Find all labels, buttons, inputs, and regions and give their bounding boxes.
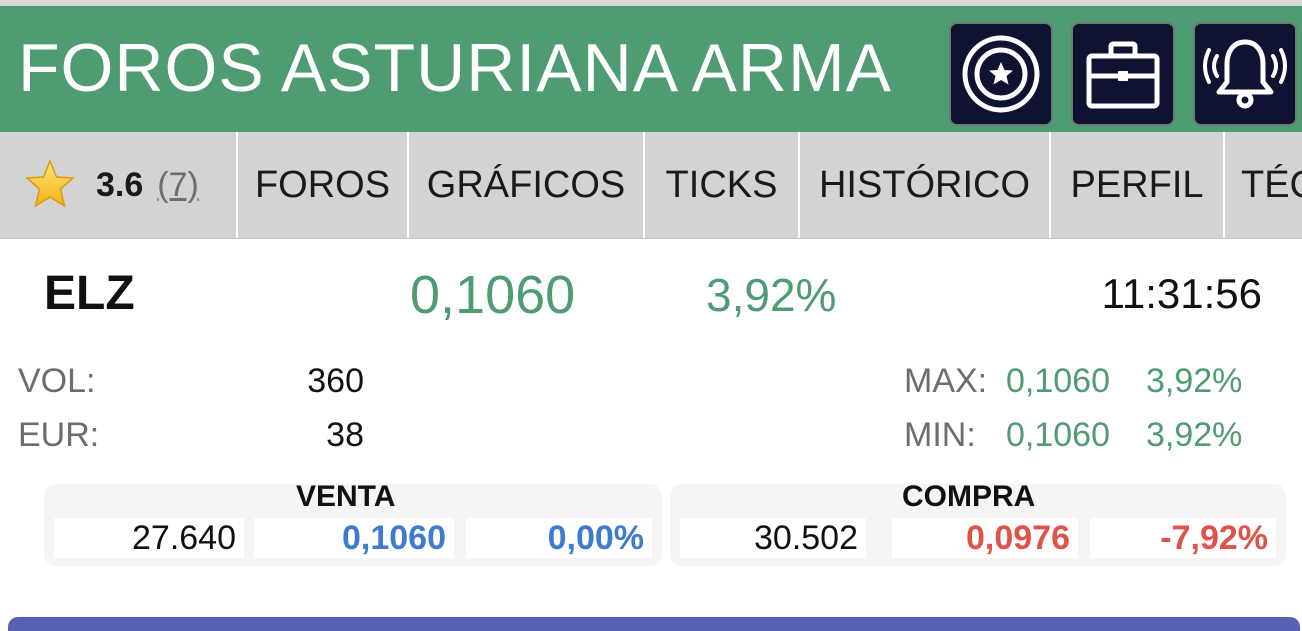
min-label: MIN: bbox=[904, 416, 976, 454]
tab-ticks[interactable]: TICKS bbox=[645, 132, 800, 238]
venta-panel: VENTA 27.640 0,1060 0,00% bbox=[44, 480, 662, 566]
star-badge-icon bbox=[962, 35, 1040, 113]
compra-title: COMPRA bbox=[902, 480, 1036, 513]
rating-value: 3.6 bbox=[96, 165, 144, 204]
volume-label: VOL: bbox=[18, 362, 96, 400]
venta-title: VENTA bbox=[296, 480, 396, 513]
max-percent: 3,92% bbox=[1146, 362, 1243, 400]
tab-historico[interactable]: HISTÓRICO bbox=[800, 132, 1051, 238]
star-icon bbox=[25, 159, 75, 208]
ticker-symbol: ELZ bbox=[44, 267, 135, 320]
volume-value: 360 bbox=[307, 362, 364, 400]
tab-perfil[interactable]: PERFIL bbox=[1051, 132, 1225, 238]
tab-foros[interactable]: FOROS bbox=[238, 132, 409, 238]
portfolio-button[interactable] bbox=[1071, 22, 1175, 126]
header-bar: FOROS ASTURIANA ARMA bbox=[0, 6, 1302, 132]
compra-panel: COMPRA 30.502 0,0976 -7,92% bbox=[670, 480, 1286, 566]
compra-quantity: 30.502 bbox=[680, 518, 866, 558]
min-percent: 3,92% bbox=[1146, 416, 1243, 454]
bell-icon bbox=[1203, 39, 1287, 109]
briefcase-icon bbox=[1086, 41, 1160, 109]
compra-price: 0,0976 bbox=[892, 518, 1078, 558]
bottom-action-bar[interactable] bbox=[8, 617, 1300, 631]
last-update-time: 11:31:56 bbox=[1101, 270, 1262, 317]
max-price: 0,1060 bbox=[1006, 362, 1110, 400]
venta-price: 0,1060 bbox=[254, 518, 454, 558]
min-price: 0,1060 bbox=[1006, 416, 1110, 454]
price-change: 3,92% bbox=[706, 269, 837, 321]
tab-tecnico[interactable]: TÉC bbox=[1225, 132, 1302, 238]
venta-percent: 0,00% bbox=[466, 518, 652, 558]
venta-quantity: 27.640 bbox=[54, 518, 244, 558]
favorite-badge-button[interactable] bbox=[949, 22, 1053, 126]
tab-bar: 3.6 (7) FOROS GRÁFICOS TICKS HISTÓRICO P… bbox=[0, 132, 1302, 239]
max-label: MAX: bbox=[904, 362, 988, 400]
rating-tab[interactable]: 3.6 (7) bbox=[0, 132, 238, 238]
tab-graficos[interactable]: GRÁFICOS bbox=[409, 132, 645, 238]
rating-count[interactable]: (7) bbox=[157, 166, 199, 205]
compra-percent: -7,92% bbox=[1090, 518, 1276, 558]
page-title: FOROS ASTURIANA ARMA bbox=[18, 30, 892, 106]
alerts-button[interactable] bbox=[1193, 22, 1297, 126]
eur-label: EUR: bbox=[18, 416, 100, 454]
eur-value: 38 bbox=[326, 416, 364, 454]
last-price: 0,1060 bbox=[410, 265, 576, 325]
